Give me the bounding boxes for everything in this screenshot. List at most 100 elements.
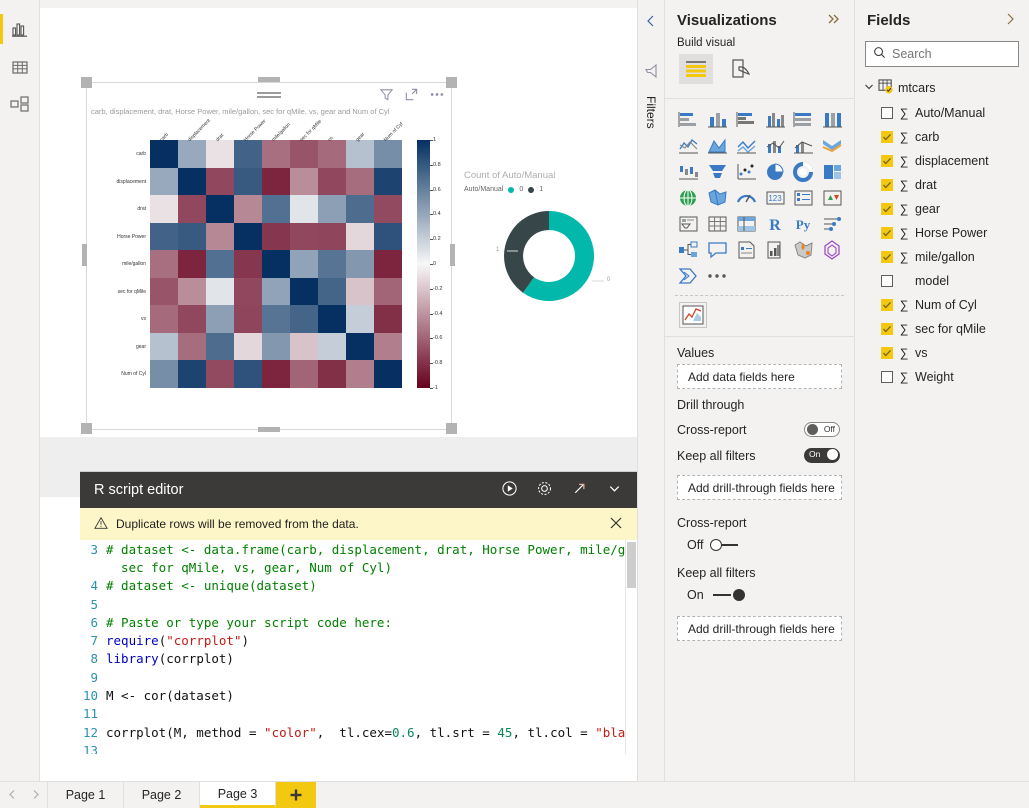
resize-handle-e[interactable] <box>450 244 455 266</box>
field-checkbox[interactable] <box>881 131 893 143</box>
field-checkbox[interactable] <box>881 179 893 191</box>
filled-map-icon[interactable] <box>704 185 730 209</box>
resize-handle-sw[interactable] <box>81 423 92 434</box>
resize-handle-se[interactable] <box>446 423 457 434</box>
cross-report-toggle[interactable]: Off <box>804 422 840 437</box>
legend-label-1[interactable]: 1 <box>539 186 543 193</box>
multi-row-card-icon[interactable] <box>790 185 816 209</box>
field-row[interactable]: ∑gear <box>855 197 1029 221</box>
stacked-column-chart-icon[interactable] <box>704 107 730 131</box>
legend-label-0[interactable]: 0 <box>519 186 523 193</box>
slicer-icon[interactable] <box>675 211 701 235</box>
paginated-report-icon[interactable] <box>733 237 759 261</box>
field-checkbox[interactable] <box>881 203 893 215</box>
sidebar-item-data-view[interactable] <box>0 48 40 86</box>
ribbon-chart-icon[interactable] <box>819 133 845 157</box>
values-well-dropzone[interactable]: Add data fields here <box>677 364 842 389</box>
code-scrollbar[interactable] <box>625 540 637 754</box>
metrics-icon[interactable] <box>762 237 788 261</box>
collapse-chevron-icon[interactable] <box>606 480 623 500</box>
arcgis-maps-icon[interactable] <box>790 237 816 261</box>
code-line[interactable]: 3# dataset <- data.frame(carb, displacem… <box>80 540 637 558</box>
filters-pane-label[interactable]: Filters <box>644 96 658 129</box>
field-row[interactable]: ∑Weight <box>855 365 1029 389</box>
field-checkbox[interactable] <box>881 347 893 359</box>
fields-table-node[interactable]: mtcars <box>855 77 1029 101</box>
resize-handle-n[interactable] <box>258 77 280 82</box>
code-line[interactable]: 12corrplot(M, method = "color", tl.cex=0… <box>80 723 637 741</box>
page-tab[interactable]: Page 3 <box>200 782 276 808</box>
field-checkbox[interactable] <box>881 371 893 383</box>
field-row[interactable]: ∑carb <box>855 125 1029 149</box>
resize-handle-s[interactable] <box>258 427 280 432</box>
area-chart-icon[interactable] <box>704 133 730 157</box>
decomposition-tree-icon[interactable] <box>675 237 701 261</box>
gauge-icon[interactable] <box>733 185 759 209</box>
field-row[interactable]: ∑Num of Cyl <box>855 293 1029 317</box>
r-code-area[interactable]: 3# dataset <- data.frame(carb, displacem… <box>80 540 637 754</box>
treemap-icon[interactable] <box>819 159 845 183</box>
page-tab[interactable]: Page 1 <box>48 782 124 808</box>
line-clustered-column-chart-icon[interactable] <box>790 133 816 157</box>
field-row[interactable]: ∑Auto/Manual <box>855 101 1029 125</box>
close-icon[interactable] <box>609 516 623 533</box>
donut-chart-icon[interactable] <box>790 159 816 183</box>
add-page-button[interactable] <box>276 782 316 808</box>
filter-funnel-icon[interactable] <box>643 63 659 82</box>
code-line[interactable]: 4# dataset <- unique(dataset) <box>80 577 637 595</box>
table-icon[interactable] <box>704 211 730 235</box>
fields-search-box[interactable] <box>865 41 1019 67</box>
field-row[interactable]: ∑drat <box>855 173 1029 197</box>
map-icon[interactable] <box>675 185 701 209</box>
donut-chart-visual[interactable]: Count of Auto/Manual Auto/Manual 0 1 <box>464 170 637 330</box>
field-checkbox[interactable] <box>881 323 893 335</box>
field-checkbox[interactable] <box>881 251 893 263</box>
visual-drag-grip[interactable] <box>256 88 282 103</box>
line-chart-icon[interactable] <box>675 133 701 157</box>
resize-handle-w[interactable] <box>82 244 87 266</box>
visualization-type-grid[interactable]: 123RPy <box>665 99 854 291</box>
focus-mode-icon[interactable] <box>404 87 419 105</box>
kpi-icon[interactable] <box>819 185 845 209</box>
clustered-column-chart-icon[interactable] <box>762 107 788 131</box>
code-line[interactable]: sec for qMile, vs, gear, Num of Cyl) <box>80 558 637 576</box>
resize-handle-nw[interactable] <box>81 77 92 88</box>
search-input[interactable] <box>892 47 1002 61</box>
sidebar-item-report-view[interactable] <box>0 10 40 48</box>
more-options-icon[interactable] <box>429 87 445 105</box>
key-influencers-icon[interactable] <box>819 211 845 235</box>
r-script-visual-icon[interactable]: R <box>762 211 788 235</box>
double-chevron-right-icon[interactable] <box>826 12 842 29</box>
field-row[interactable]: ∑mile/gallon <box>855 245 1029 269</box>
field-row[interactable]: model <box>855 269 1029 293</box>
chevron-right-icon[interactable] <box>1003 12 1017 29</box>
report-canvas[interactable]: carb, displacement, drat, Horse Power, m… <box>40 0 637 781</box>
keep-all-filters-toggle[interactable]: On <box>804 448 840 463</box>
code-scrollbar-thumb[interactable] <box>627 542 636 588</box>
sidebar-item-model-view[interactable] <box>0 86 40 124</box>
code-line[interactable]: 10M <- cor(dataset) <box>80 686 637 704</box>
card-icon[interactable]: 123 <box>762 185 788 209</box>
matrix-icon[interactable] <box>733 211 759 235</box>
field-row[interactable]: ∑displacement <box>855 149 1029 173</box>
r-script-editor-panel[interactable]: R script editor <box>80 471 637 754</box>
donut-slice-1[interactable] <box>504 211 549 293</box>
settings-gear-icon[interactable] <box>536 480 553 500</box>
clustered-bar-chart-icon[interactable] <box>733 107 759 131</box>
fields-build-tab[interactable] <box>679 54 713 84</box>
field-checkbox[interactable] <box>881 227 893 239</box>
code-line[interactable]: 7require("corrplot") <box>80 631 637 649</box>
cross-report-switch-2[interactable] <box>710 538 744 552</box>
drill-through-dropzone[interactable]: Add drill-through fields here <box>677 475 842 500</box>
field-checkbox[interactable] <box>881 155 893 167</box>
filter-icon[interactable] <box>379 87 394 105</box>
pie-chart-icon[interactable] <box>762 159 788 183</box>
100-stacked-bar-chart-icon[interactable] <box>790 107 816 131</box>
filters-pane-collapsed[interactable]: Filters <box>637 0 664 781</box>
chevron-left-icon[interactable] <box>644 14 658 31</box>
field-checkbox[interactable] <box>881 299 893 311</box>
scatter-chart-icon[interactable] <box>733 159 759 183</box>
format-visual-tab[interactable] <box>723 54 757 84</box>
resize-handle-ne[interactable] <box>446 77 457 88</box>
field-row[interactable]: ∑sec for qMile <box>855 317 1029 341</box>
